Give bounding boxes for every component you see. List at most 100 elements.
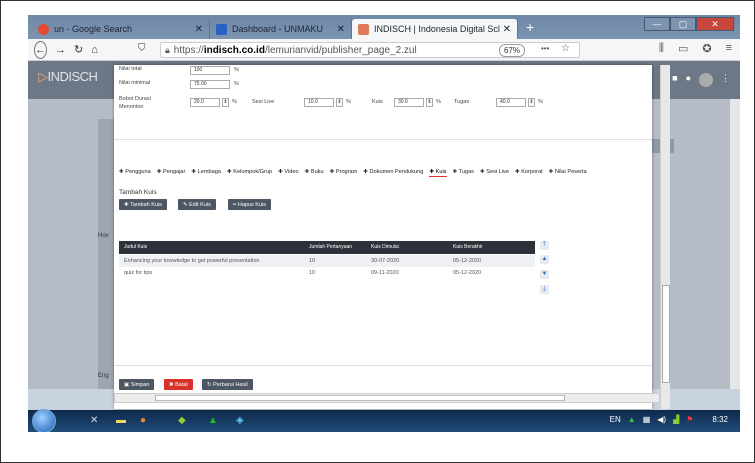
close-icon[interactable]: ✕	[195, 24, 203, 35]
bookmark-star-icon[interactable]: ☆	[561, 43, 570, 54]
close-icon[interactable]: ✕	[337, 24, 345, 35]
network-icon[interactable]: ▦	[643, 415, 651, 424]
tools-icon[interactable]: ✕	[90, 415, 98, 426]
screenshot-frame: un - Google Search ✕ Dashboard - UNMAKU …	[0, 0, 755, 463]
close-icon[interactable]: ✕	[503, 24, 511, 35]
tab-indisch[interactable]: INDISCH | Indonesia Digital Scl ✕	[352, 19, 518, 39]
menu-icon[interactable]: ≡	[726, 42, 732, 55]
maximize-button[interactable]: ▢	[670, 17, 696, 31]
logo-mark-icon: ▷	[38, 69, 48, 84]
tab-pengguna[interactable]: ✚ Pengguna	[119, 169, 151, 177]
sesi-live-field[interactable]: 10.0	[304, 98, 334, 107]
add-kuis-button[interactable]: ✚ Tambah Kuis	[119, 199, 167, 210]
library-icon[interactable]: ⫼	[659, 42, 664, 55]
more-icon[interactable]: ⋮	[721, 73, 730, 87]
delete-kuis-button[interactable]: ━ Hapus Kuis	[228, 199, 271, 210]
kuis-weight-field[interactable]: 30.0	[394, 98, 424, 107]
bobot-durasi-field[interactable]: 20.0	[190, 98, 220, 107]
nilai-minimal-field[interactable]: 75.00	[190, 80, 230, 89]
tab-sesi-live[interactable]: ✚ Sesi Live	[480, 169, 509, 177]
dialog-vertical-scrollbar[interactable]	[660, 65, 670, 409]
back-arrow-icon[interactable]: ←	[34, 40, 47, 59]
forward-arrow-icon[interactable]: →	[55, 44, 66, 56]
unit-percent: %	[234, 67, 239, 73]
app-icon[interactable]: ◆	[178, 415, 186, 426]
tab-nilai-peserta[interactable]: ✚ Nilai Peserta	[549, 169, 587, 177]
tab-label: Korporat	[521, 169, 543, 175]
drive-icon[interactable]: ▲	[208, 415, 218, 426]
button-label: Edit Kuis	[189, 201, 211, 208]
firefox-icon[interactable]: ●	[140, 415, 146, 426]
folder-icon[interactable]: ▬	[116, 415, 126, 426]
stepper-icon[interactable]: ⇕	[426, 98, 433, 107]
tab-label: Lembaga	[197, 169, 221, 175]
tab-kuis[interactable]: ✚ Kuis	[429, 169, 447, 177]
move-down-icon[interactable]: ▼	[540, 270, 549, 279]
tab-pengajar[interactable]: ✚ Pengajar	[157, 169, 186, 177]
close-window-button[interactable]: ✕	[696, 17, 734, 31]
shield-icon[interactable]: ⛉	[138, 43, 146, 54]
zoom-indicator[interactable]: 67%	[499, 44, 526, 57]
tab-tugas[interactable]: ✚ Tugas	[453, 169, 474, 177]
button-label: Perbarui Hasil	[213, 381, 248, 388]
start-button[interactable]	[32, 409, 56, 432]
tab-label: Pengguna	[125, 169, 151, 175]
tab-label: Buku	[310, 169, 324, 175]
browser-toolbar: ← → ↻ ⌂ ⛉ 🔒︎ https://indisch.co.id/lemur…	[28, 39, 740, 61]
tugas-weight-field[interactable]: 40.0	[496, 98, 526, 107]
tab-korporat[interactable]: ✚ Korporat	[515, 169, 543, 177]
cancel-button[interactable]: ✖ Batal	[164, 379, 193, 390]
volume-icon[interactable]: ◀)	[657, 415, 666, 424]
tab-buku[interactable]: ✚ Buku	[305, 169, 324, 177]
background-text: Hov	[98, 233, 109, 239]
new-tab-button[interactable]: +	[526, 19, 534, 35]
tab-dokumen[interactable]: ✚ Dokumen Pendukung	[363, 169, 423, 177]
tab-title: Dashboard - UNMAKU	[232, 24, 324, 34]
language-indicator[interactable]: EN	[610, 415, 621, 424]
stepper-icon[interactable]: ⇕	[222, 98, 229, 107]
refresh-results-button[interactable]: ↻ Perbarui Hasil	[202, 379, 253, 390]
divider	[114, 139, 652, 140]
tab-video[interactable]: ✚ Video	[278, 169, 298, 177]
scrollbar-thumb[interactable]	[155, 395, 565, 401]
content-tabs: ✚ Pengguna ✚ Pengajar ✚ Lembaga ✚ Kelomp…	[119, 169, 587, 177]
tab-program[interactable]: ✚ Program	[330, 169, 358, 177]
url-bar[interactable]: 🔒︎ https://indisch.co.id/lemurianvid/pub…	[160, 42, 580, 58]
move-up-icon[interactable]: ▲	[540, 255, 549, 264]
cell-mulai: 09-11-2020	[371, 270, 399, 276]
signal-icon[interactable]: ▟	[673, 415, 679, 424]
stepper-icon[interactable]: ⇕	[528, 98, 535, 107]
table-row[interactable]: Enhancing your knowledge to get powerful…	[119, 255, 535, 267]
drive-tray-icon[interactable]: ▲	[628, 415, 636, 424]
notification-icon[interactable]: ●	[686, 73, 691, 87]
indisch-logo[interactable]: ▷INDISCH	[38, 69, 98, 85]
page-scrollbar[interactable]	[730, 99, 740, 389]
table-row[interactable]: quiz for tips 10 09-11-2020 05-12-2020	[119, 267, 535, 279]
page-actions-icon[interactable]: •••	[541, 44, 549, 53]
extension-icon[interactable]: ✪	[702, 42, 711, 55]
move-bottom-icon[interactable]: ⤓	[540, 285, 549, 294]
tab-dashboard[interactable]: Dashboard - UNMAKU ✕	[210, 19, 352, 39]
app-icon[interactable]: ◈	[236, 415, 244, 426]
move-top-icon[interactable]: ⤒	[540, 241, 549, 250]
avatar[interactable]	[699, 73, 713, 87]
tab-kelompok[interactable]: ✚ Kelompok/Grup	[227, 169, 272, 177]
reload-icon[interactable]: ↻	[74, 43, 83, 56]
tab-lembaga[interactable]: ✚ Lembaga	[191, 169, 221, 177]
flag-icon[interactable]: ⚑	[686, 415, 693, 424]
tab-google-search[interactable]: un - Google Search ✕	[32, 19, 210, 39]
edit-kuis-button[interactable]: ✎ Edit Kuis	[178, 199, 216, 210]
save-button[interactable]: ▣ Simpan	[119, 379, 155, 390]
dialog-horizontal-scrollbar[interactable]	[114, 393, 660, 403]
nilai-total-field[interactable]: 100	[190, 66, 230, 75]
sidebar-icon[interactable]: ▭	[678, 42, 688, 55]
video-icon[interactable]: ■	[672, 73, 677, 87]
home-icon[interactable]: ⌂	[91, 44, 98, 56]
button-label: Batal	[175, 381, 188, 388]
minimize-button[interactable]: —	[644, 17, 670, 31]
label-bobot-durasi: Bobot Durasi Menonton	[119, 96, 151, 110]
stepper-icon[interactable]: ⇕	[336, 98, 343, 107]
tab-label: Program	[335, 169, 358, 175]
clock[interactable]: 8:32	[712, 415, 728, 424]
scrollbar-thumb[interactable]	[662, 285, 670, 383]
